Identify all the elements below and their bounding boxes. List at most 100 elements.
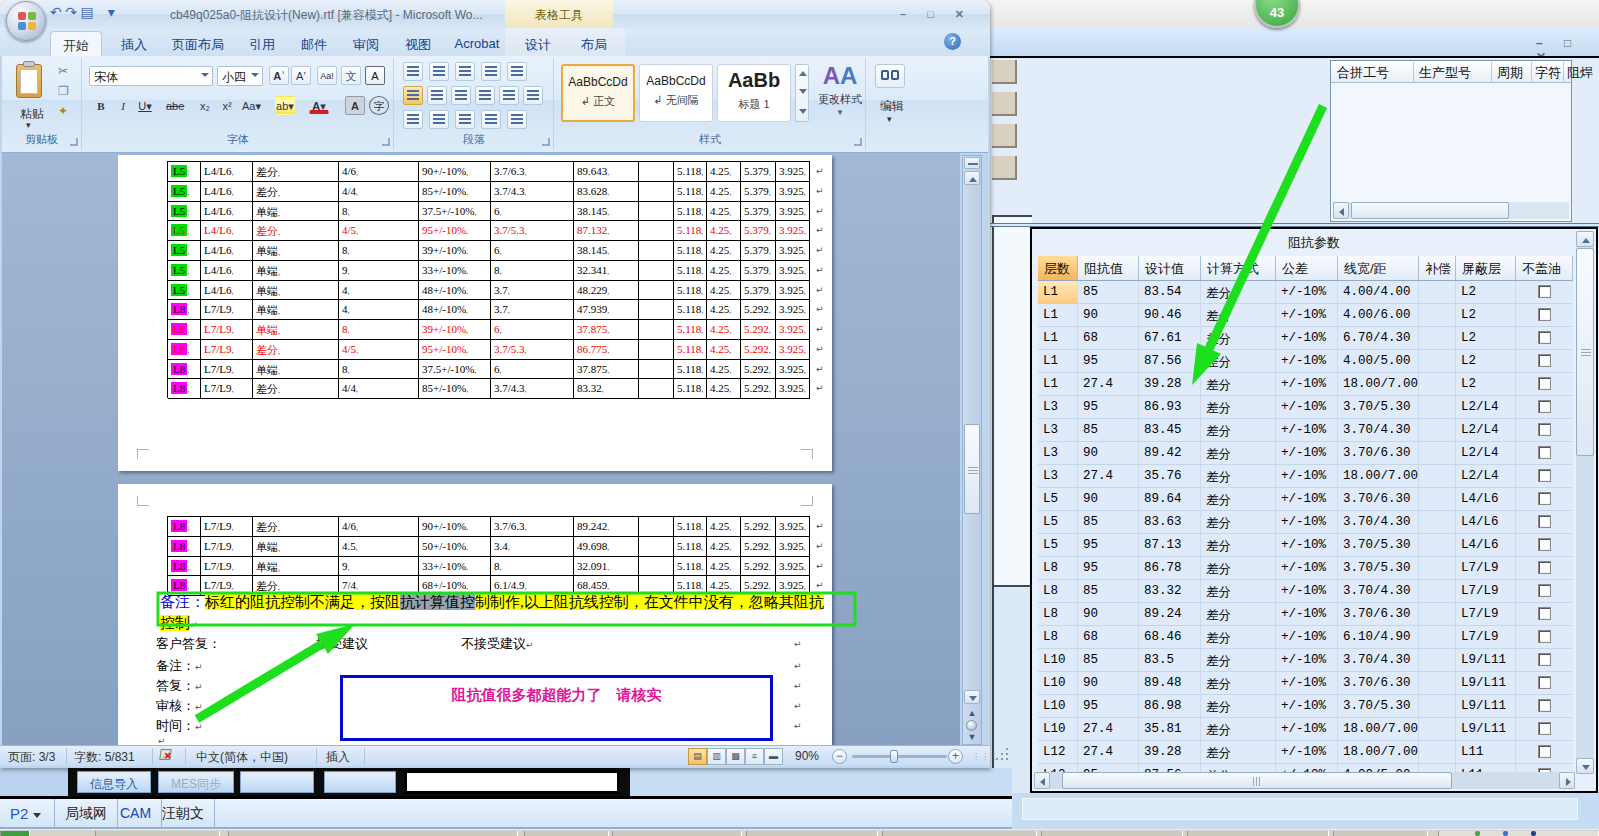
increase-indent-button[interactable]: [507, 62, 527, 81]
no-coat-checkbox[interactable]: [1538, 492, 1551, 505]
align-center-button[interactable]: [427, 86, 447, 105]
table-cell[interactable]: 3.70/6.30: [1338, 488, 1419, 511]
style-normal[interactable]: AaBbCcDd↲ 正文: [561, 64, 635, 122]
table-cell[interactable]: +/-10%: [1276, 419, 1338, 442]
table-cell[interactable]: [1419, 603, 1456, 626]
no-coat-checkbox[interactable]: [1538, 722, 1551, 735]
table-cell[interactable]: +/-10%: [1276, 350, 1338, 373]
table-row[interactable]: L19587.56差分+/-10%4.00/5.00L2: [1038, 350, 1573, 373]
taskbar-item[interactable]: [1041, 831, 1183, 836]
table-cell[interactable]: 68.46: [1139, 626, 1201, 649]
status-word-count[interactable]: 字数: 5/831: [74, 749, 135, 766]
table-cell[interactable]: L5: [1038, 534, 1078, 557]
table-cell[interactable]: +/-10%: [1276, 672, 1338, 695]
table-cell[interactable]: L9/L11: [1456, 695, 1516, 718]
table-cell[interactable]: 3.70/4.30: [1338, 649, 1419, 672]
table-cell[interactable]: [1419, 419, 1456, 442]
table-cell[interactable]: 差分: [1201, 373, 1276, 396]
table-cell[interactable]: +/-10%: [1276, 557, 1338, 580]
proofing-icon[interactable]: ✕: [160, 749, 174, 762]
table-cell[interactable]: L8: [1038, 626, 1078, 649]
table-cell[interactable]: L1: [1038, 304, 1078, 327]
table-cell[interactable]: 90: [1078, 442, 1139, 465]
mes-sync-button[interactable]: MES同步: [158, 771, 234, 793]
taskbar-item[interactable]: [95, 831, 220, 836]
table-cell[interactable]: 差分: [1201, 603, 1276, 626]
zoom-slider-thumb[interactable]: [890, 750, 898, 763]
table-cell[interactable]: 90: [1078, 603, 1139, 626]
table-cell[interactable]: 差分: [1201, 695, 1276, 718]
style-heading1[interactable]: AaBb标题 1: [717, 64, 791, 122]
context-tab-0[interactable]: 设计: [512, 31, 564, 56]
table-row[interactable]: L88583.32差分+/-10%3.70/4.30L7/L9: [1038, 580, 1573, 603]
table-cell[interactable]: [1419, 626, 1456, 649]
status-page-number[interactable]: 页面: 3/3: [8, 749, 55, 766]
context-tab-1[interactable]: 布局: [568, 31, 620, 56]
document-page-1[interactable]: L5,L4/L6,差分,4/6,90+/-10%,3.7/6.3,89.643,…: [118, 155, 832, 471]
no-coat-checkbox[interactable]: [1538, 400, 1551, 413]
table-cell[interactable]: 95: [1078, 557, 1139, 580]
table-cell[interactable]: L1: [1038, 327, 1078, 350]
table-cell[interactable]: 18.00/7.00: [1338, 718, 1419, 741]
system-tray[interactable]: [1438, 831, 1599, 836]
ribbon-tab-5[interactable]: 审阅: [342, 31, 390, 56]
document-area[interactable]: L5,L4/L6,差分,4/6,90+/-10%,3.7/6.3,89.643,…: [2, 153, 960, 745]
table-row[interactable]: L127.439.28差分+/-10%18.00/7.00L2: [1038, 373, 1573, 396]
table-cell[interactable]: [1419, 442, 1456, 465]
ribbon-tab-7[interactable]: Acrobat: [446, 31, 508, 56]
no-coat-checkbox[interactable]: [1538, 676, 1551, 689]
word-vertical-scrollbar[interactable]: ▲ ▼: [962, 155, 982, 745]
taskbar-item[interactable]: [524, 831, 609, 836]
taskbar-item[interactable]: [612, 831, 742, 836]
editing-button[interactable]: 编辑: [873, 98, 911, 115]
table-cell[interactable]: 86.78: [1139, 557, 1201, 580]
paste-button[interactable]: 粘贴: [12, 106, 52, 123]
table-cell[interactable]: +/-10%: [1276, 304, 1338, 327]
fullscreen-view-button[interactable]: ▥: [707, 748, 726, 765]
cut-icon[interactable]: ✂: [58, 64, 68, 78]
table-cell[interactable]: L7/L9: [1456, 557, 1516, 580]
no-coat-checkbox[interactable]: [1538, 308, 1551, 321]
scroll-thumb[interactable]: [964, 424, 980, 514]
table-cell[interactable]: +/-10%: [1276, 281, 1338, 304]
table-cell[interactable]: 27.4: [1078, 741, 1139, 764]
table-row[interactable]: L18583.54差分+/-10%4.00/4.00L2: [1038, 281, 1573, 304]
previous-page-button[interactable]: ▲: [965, 708, 979, 718]
table-cell[interactable]: 3.70/6.30: [1338, 603, 1419, 626]
tray-icon[interactable]: [1475, 831, 1480, 836]
table-cell[interactable]: 3.70/6.30: [1338, 672, 1419, 695]
table-cell[interactable]: 差分: [1201, 741, 1276, 764]
table-cell[interactable]: +/-10%: [1276, 695, 1338, 718]
table-cell[interactable]: 35.76: [1139, 465, 1201, 488]
table-cell[interactable]: 18.00/7.00: [1338, 741, 1419, 764]
table-cell[interactable]: L1: [1038, 281, 1078, 304]
table-row[interactable]: L58583.63差分+/-10%3.70/4.30L4/L6: [1038, 511, 1573, 534]
column-header[interactable]: 线宽/距: [1338, 256, 1419, 281]
change-case-button[interactable]: Aa▾: [241, 96, 261, 115]
table-cell[interactable]: L3: [1038, 442, 1078, 465]
table-cell[interactable]: [1419, 557, 1456, 580]
table-cell[interactable]: 差分: [1201, 718, 1276, 741]
dialog-launcher-icon[interactable]: [542, 138, 550, 146]
office-button[interactable]: [6, 1, 46, 41]
table-cell[interactable]: L9/L11: [1456, 672, 1516, 695]
table-cell[interactable]: 85: [1078, 649, 1139, 672]
table-cell[interactable]: [1419, 672, 1456, 695]
table-cell[interactable]: 95: [1078, 534, 1139, 557]
no-coat-checkbox[interactable]: [1538, 423, 1551, 436]
table-cell[interactable]: 差分: [1201, 672, 1276, 695]
table-cell[interactable]: L1: [1038, 350, 1078, 373]
table-row[interactable]: L86868.46差分+/-10%6.10/4.90L7/L9: [1038, 626, 1573, 649]
table-cell[interactable]: [1419, 304, 1456, 327]
tab-user[interactable]: 汪朝文: [152, 799, 215, 827]
no-coat-checkbox[interactable]: [1538, 285, 1551, 298]
style-gallery-scroll[interactable]: [795, 64, 809, 122]
input-field[interactable]: [404, 770, 620, 794]
status-language[interactable]: 中文(简体，中国): [196, 749, 288, 766]
table-cell[interactable]: L11: [1456, 741, 1516, 764]
decrease-indent-button[interactable]: [481, 62, 501, 81]
table-cell[interactable]: 67.61: [1139, 327, 1201, 350]
bold-button[interactable]: B: [91, 96, 111, 115]
table-cell[interactable]: [1419, 718, 1456, 741]
no-coat-checkbox[interactable]: [1538, 584, 1551, 597]
